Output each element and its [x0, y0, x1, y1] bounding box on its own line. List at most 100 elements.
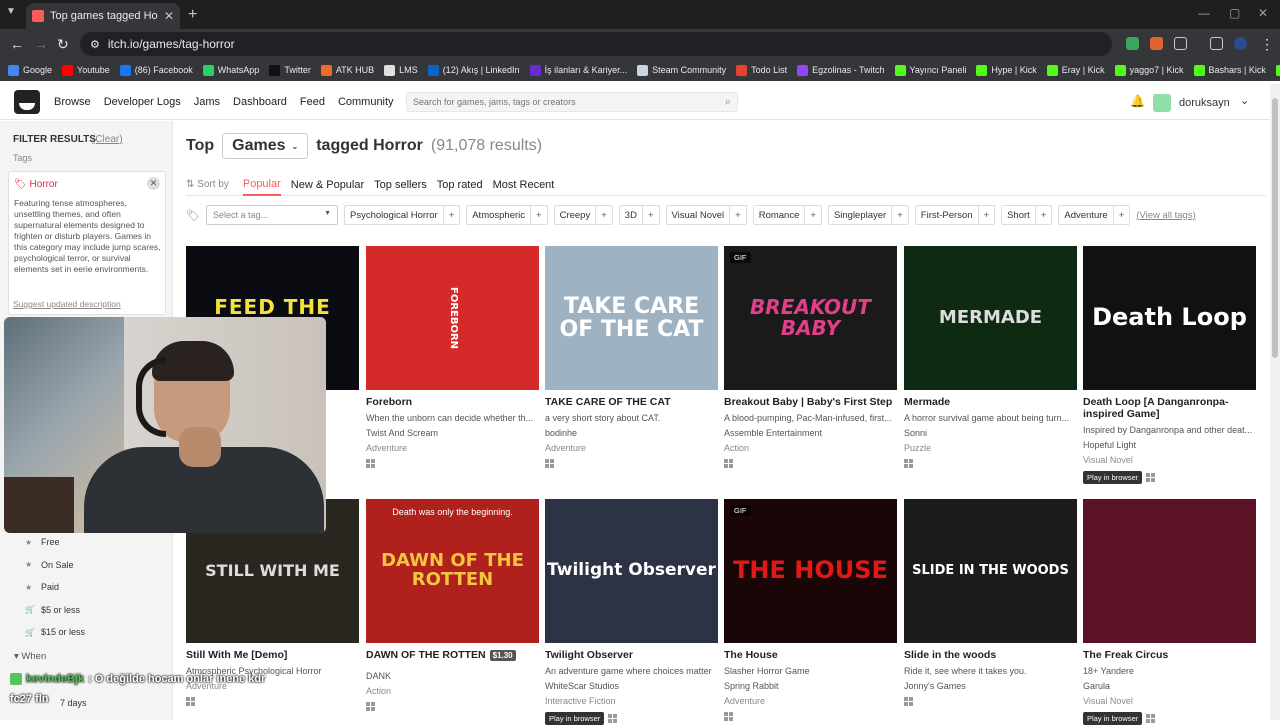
- game-card[interactable]: Twilight Observer Twilight Observer An adv…: [545, 499, 718, 725]
- game-title[interactable]: Slide in the woods: [904, 649, 1077, 661]
- sort-popular[interactable]: Popular: [242, 178, 281, 196]
- notification-bell-icon[interactable]: 🔔: [1130, 94, 1145, 108]
- add-tag-icon[interactable]: +: [442, 206, 460, 224]
- game-card[interactable]: SLIDE IN THE WOODS Slide in the woods Ride…: [904, 499, 1077, 706]
- address-bar[interactable]: ⚙ itch.io/games/tag-horror: [80, 32, 1112, 56]
- sort-new-popular[interactable]: New & Popular: [291, 179, 364, 191]
- game-author[interactable]: Twist And Scream: [366, 428, 539, 438]
- bookmark-item[interactable]: Bashars | Kick: [1193, 64, 1266, 76]
- bookmark-item[interactable]: Todo List: [736, 64, 787, 76]
- game-thumbnail[interactable]: [1083, 499, 1256, 643]
- game-thumbnail[interactable]: FOREBORN: [366, 246, 539, 390]
- add-tag-icon[interactable]: +: [977, 206, 995, 224]
- game-title[interactable]: The House: [724, 649, 897, 661]
- game-card[interactable]: The Freak Circus 18+ Yandere Garula Visual …: [1083, 499, 1256, 725]
- tag-pill[interactable]: Atmospheric +: [466, 205, 548, 225]
- game-card[interactable]: FOREBORN Foreborn When the unborn can deci…: [366, 246, 539, 468]
- game-author[interactable]: WhiteScar Studios: [545, 681, 718, 691]
- sort-top-sellers[interactable]: Top sellers: [374, 179, 427, 191]
- clear-filters-link[interactable]: (Clear): [92, 134, 123, 145]
- game-author[interactable]: Jonny's Games: [904, 681, 1077, 691]
- nav-feed[interactable]: Feed: [300, 96, 325, 108]
- game-author[interactable]: DANK: [366, 671, 539, 681]
- game-thumbnail[interactable]: GIF THE HOUSE: [724, 499, 897, 643]
- add-tag-icon[interactable]: +: [1112, 206, 1130, 224]
- menu-kebab-icon[interactable]: ⋮: [1260, 36, 1274, 53]
- add-tag-icon[interactable]: +: [729, 206, 746, 224]
- game-thumbnail[interactable]: Death Loop: [1083, 246, 1256, 390]
- game-author[interactable]: Assemble Entertainment: [724, 428, 897, 438]
- game-thumbnail[interactable]: SLIDE IN THE WOODS: [904, 499, 1077, 643]
- suggest-description-link[interactable]: Suggest updated description: [13, 299, 121, 309]
- remove-tag-icon[interactable]: ✕: [147, 177, 160, 190]
- browser-tab[interactable]: Top games tagged Horror - itch.io ✕: [26, 3, 180, 29]
- bookmark-item[interactable]: LMS: [384, 64, 418, 76]
- bookmark-item[interactable]: Hype | Kick: [976, 64, 1037, 76]
- tag-select-dropdown[interactable]: Select a tag...: [206, 205, 338, 225]
- game-title[interactable]: Twilight Observer: [545, 649, 718, 661]
- sort-top-rated[interactable]: Top rated: [437, 179, 483, 191]
- type-dropdown[interactable]: Games ⌄: [222, 133, 309, 159]
- bookmark-item[interactable]: Youtube: [62, 64, 110, 76]
- game-card[interactable]: GIF THE HOUSE The House Slasher Horror Game…: [724, 499, 897, 721]
- game-thumbnail[interactable]: GIF BREAKOUT BABY: [724, 246, 897, 390]
- search-icon[interactable]: ⌕: [725, 96, 731, 109]
- tag-pill[interactable]: Singleplayer +: [827, 205, 909, 225]
- bookmark-item[interactable]: Steam Community: [637, 64, 726, 76]
- game-thumbnail[interactable]: Death was only the beginning. DAWN OF THE…: [366, 499, 539, 643]
- add-tag-icon[interactable]: +: [641, 206, 659, 224]
- game-card[interactable]: TAKE CARE OF THE CAT TAKE CARE OF THE CAT…: [545, 246, 718, 468]
- search-input[interactable]: [413, 97, 713, 107]
- when-filter-toggle[interactable]: ▾ When: [14, 651, 46, 662]
- download-icon[interactable]: [1210, 37, 1223, 50]
- game-title[interactable]: Mermade: [904, 396, 1077, 408]
- game-card[interactable]: MERMADE Mermade A horror survival game abo…: [904, 246, 1077, 468]
- game-title[interactable]: Foreborn: [366, 396, 539, 408]
- game-title[interactable]: The Freak Circus: [1083, 649, 1256, 661]
- game-thumbnail[interactable]: TAKE CARE OF THE CAT: [545, 246, 718, 390]
- nav-dashboard[interactable]: Dashboard: [233, 96, 287, 108]
- site-info-icon[interactable]: ⚙: [90, 38, 100, 51]
- tag-pill[interactable]: Adventure +: [1058, 205, 1131, 225]
- game-title[interactable]: Breakout Baby | Baby's First Step: [724, 396, 897, 408]
- tag-pill[interactable]: Creepy +: [553, 205, 613, 225]
- tag-pill[interactable]: Romance +: [752, 205, 822, 225]
- bookmark-item[interactable]: yaggo7 | Kick: [1114, 64, 1184, 76]
- price-filter-15-or-less[interactable]: 🛒 $15 or less: [25, 621, 85, 644]
- when-filter-7-days[interactable]: 7 days: [60, 698, 87, 708]
- username[interactable]: doruksayn: [1179, 97, 1230, 109]
- sort-most-recent[interactable]: Most Recent: [493, 179, 555, 191]
- nav-jams[interactable]: Jams: [194, 96, 220, 108]
- chevron-down-icon[interactable]: ⌄: [1240, 94, 1249, 107]
- profile-icon[interactable]: [1234, 37, 1247, 50]
- add-tag-icon[interactable]: +: [530, 206, 547, 224]
- game-author[interactable]: bodinhe: [545, 428, 718, 438]
- shield-extension-icon[interactable]: [1126, 37, 1139, 50]
- game-title[interactable]: TAKE CARE OF THE CAT: [545, 396, 718, 408]
- game-author[interactable]: Spring Rabbit: [724, 681, 897, 691]
- price-filter-5-or-less[interactable]: 🛒 $5 or less: [25, 599, 85, 622]
- bookmark-item[interactable]: Twitter: [269, 64, 311, 76]
- back-icon[interactable]: ←: [10, 36, 24, 52]
- nav-developer-logs[interactable]: Developer Logs: [104, 96, 181, 108]
- bookmark-item[interactable]: ATK HUB: [320, 64, 374, 76]
- active-tag[interactable]: 🏷 Horror: [14, 179, 58, 190]
- bookmark-item[interactable]: Eray | Kick: [1046, 64, 1105, 76]
- game-thumbnail[interactable]: Twilight Observer: [545, 499, 718, 643]
- bookmark-item[interactable]: Google: [8, 64, 52, 76]
- nav-community[interactable]: Community: [338, 96, 394, 108]
- price-filter-free[interactable]: ★ Free: [25, 531, 85, 554]
- add-tag-icon[interactable]: +: [891, 206, 908, 224]
- game-author[interactable]: Sonni: [904, 428, 1077, 438]
- bookmark-item[interactable]: Egzolinas - Twitch: [797, 64, 885, 76]
- extension-icon[interactable]: [1150, 37, 1163, 50]
- game-card[interactable]: Death Loop Death Loop [A Danganronpa-insp…: [1083, 246, 1256, 484]
- bookmark-item[interactable]: WhatsApp: [202, 64, 259, 76]
- bookmark-item[interactable]: (86) Facebook: [119, 64, 193, 76]
- nav-browse[interactable]: Browse: [54, 96, 91, 108]
- game-author[interactable]: Hopeful Light: [1083, 440, 1256, 450]
- bookmark-item[interactable]: dirim | Kick: [1275, 64, 1280, 76]
- close-tab-icon[interactable]: ✕: [164, 9, 174, 23]
- game-card[interactable]: Death was only the beginning. DAWN OF THE…: [366, 499, 539, 711]
- game-title[interactable]: Death Loop [A Danganronpa-inspired Game]: [1083, 396, 1256, 420]
